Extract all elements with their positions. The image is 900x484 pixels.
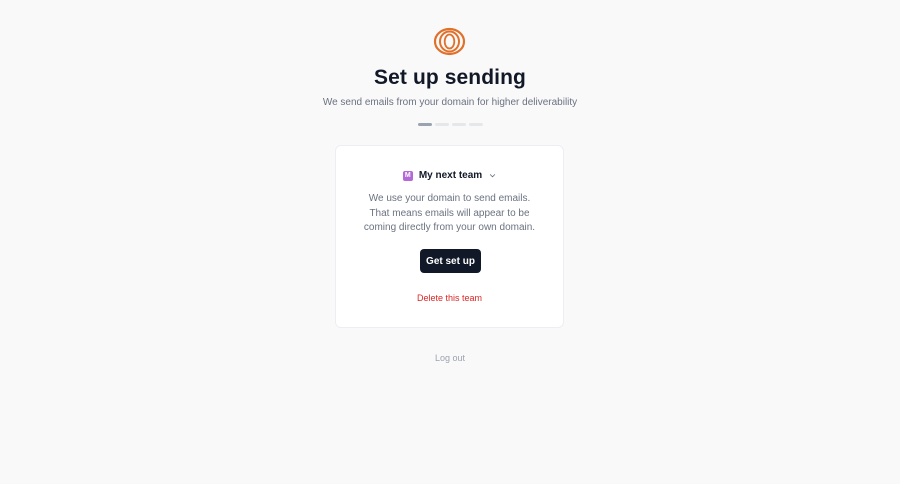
log-out-link[interactable]: Log out (0, 353, 900, 363)
page-subtitle: We send emails from your domain for high… (322, 97, 578, 108)
get-set-up-button[interactable]: Get set up (420, 249, 481, 273)
step-4-indicator (469, 123, 483, 126)
setup-page: Set up sending We send emails from your … (0, 0, 900, 484)
step-3-indicator (452, 123, 466, 126)
team-name: My next team (418, 170, 483, 181)
description-line-1: We use your domain to send emails. (368, 193, 531, 204)
description-line-3: coming directly from your own domain. (363, 222, 536, 233)
logo-icon (433, 27, 466, 56)
step-progress-indicator (418, 123, 483, 127)
page-title: Set up sending (374, 66, 526, 89)
description-line-2: That means emails will appear to be (369, 207, 530, 219)
step-1-indicator (418, 123, 432, 126)
chevron-down-icon (490, 174, 496, 178)
step-2-indicator (435, 123, 449, 126)
team-selector[interactable]: M My next team (336, 170, 563, 181)
setup-card: M My next team We use your domain to sen… (335, 145, 564, 328)
delete-team-link[interactable]: Delete this team (336, 293, 563, 303)
setup-description: We use your domain to send emails. That … (336, 192, 563, 236)
team-avatar: M (402, 170, 413, 181)
